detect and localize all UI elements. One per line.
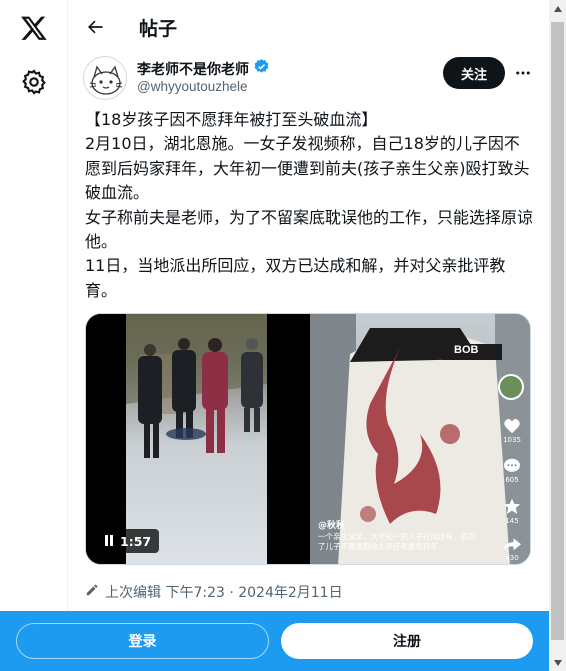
video-username: @秋秋 <box>318 521 346 531</box>
scroll-up-arrow-icon[interactable] <box>549 0 566 17</box>
tweet-text: 【18岁孩子因不愿拜年被打至头破血流】 2月10日，湖北恩施。一女子发视频称，自… <box>85 110 534 300</box>
edited-timestamp: 上次编辑 下午7:23 · 2024年2月11日 <box>105 585 343 601</box>
signup-banner: 登录 注册 <box>0 611 549 671</box>
comment-count: 605 <box>505 476 519 484</box>
main-column: 帖子 李老师不是你老师 @whyyoutouzhele 关注 【18岁孩子因不愿… <box>69 0 549 671</box>
login-button[interactable]: 登录 <box>16 623 269 659</box>
video-duration: 1:57 <box>120 533 152 549</box>
like-count: 1035 <box>503 436 521 444</box>
top-bar: 帖子 <box>69 0 549 54</box>
author-handle[interactable]: @whyyoutouzhele <box>137 79 248 94</box>
settings-gear-icon[interactable] <box>20 68 48 96</box>
signup-button[interactable]: 注册 <box>281 623 533 659</box>
scrollbar-thumb[interactable] <box>551 22 564 640</box>
media-grid: 1:57 BOB 1035 605 145 430 @秋秋 一个亲生父亲，大年初… <box>85 313 531 565</box>
author-avatar[interactable] <box>83 56 127 100</box>
pencil-icon <box>85 583 99 601</box>
like-stat[interactable]: 1035 <box>500 418 524 444</box>
scroll-down-arrow-icon[interactable] <box>549 654 566 671</box>
pause-icon[interactable] <box>104 534 114 549</box>
video-caption: 一个亲生父亲，大年初一把儿子打成这样，就为了儿子不愿意跟他去现任老婆家拜年… <box>318 532 476 551</box>
share-stat[interactable]: 430 <box>500 538 524 562</box>
creator-avatar[interactable] <box>498 374 524 400</box>
image-thumbnail[interactable]: BOB 1035 605 145 430 @秋秋 一个亲生父亲，大年初一把儿子打… <box>310 314 530 564</box>
back-arrow-icon[interactable] <box>77 9 113 45</box>
video-scene <box>126 314 267 564</box>
video-thumbnail[interactable]: 1:57 <box>86 314 308 564</box>
edit-history-link[interactable]: 上次编辑 下午7:23 · 2024年2月11日 <box>85 582 343 602</box>
share-count: 430 <box>505 554 519 562</box>
author-name: 李老师不是你老师 <box>137 61 249 78</box>
more-options-icon[interactable] <box>511 61 535 85</box>
jacket-brand: BOB <box>454 344 479 356</box>
page-title: 帖子 <box>139 17 178 40</box>
left-sidebar <box>0 0 68 671</box>
author-name-row[interactable]: 李老师不是你老师 <box>137 58 270 79</box>
verified-badge-icon <box>253 58 270 79</box>
author-row: 李老师不是你老师 @whyyoutouzhele 关注 <box>69 56 549 102</box>
vertical-scrollbar[interactable] <box>549 0 566 671</box>
follow-button[interactable]: 关注 <box>443 57 505 89</box>
video-duration-pill: 1:57 <box>96 529 160 553</box>
comment-stat[interactable]: 605 <box>500 458 524 484</box>
x-logo-icon[interactable] <box>16 10 52 46</box>
favorite-count: 145 <box>505 517 519 525</box>
favorite-stat[interactable]: 145 <box>500 498 524 525</box>
